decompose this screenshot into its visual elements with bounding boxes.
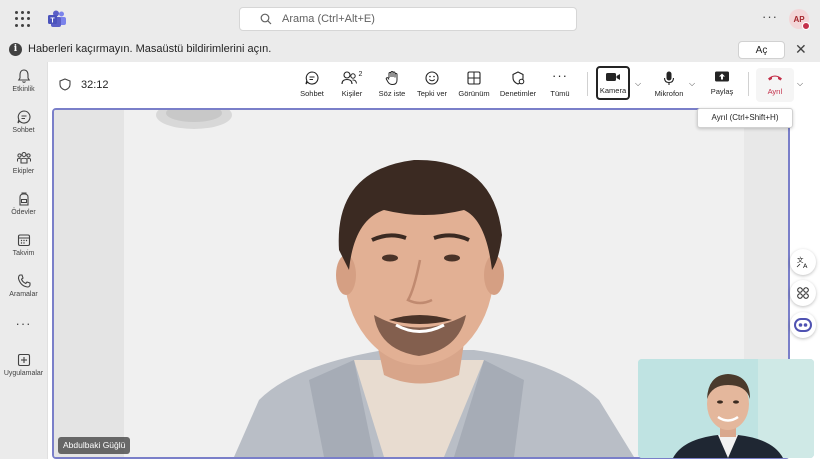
info-icon: i <box>9 43 22 56</box>
rail-item-label: Ödevler <box>11 209 36 216</box>
add-apps-icon <box>17 353 30 367</box>
rail-item-label: Sohbet <box>12 127 35 134</box>
share-button[interactable]: Paylaş <box>702 68 742 102</box>
close-icon[interactable]: ✕ <box>795 42 807 56</box>
smile-icon <box>425 71 439 85</box>
grid-view-icon <box>467 71 481 85</box>
rail-item-apps[interactable]: Uygulamalar <box>0 352 47 392</box>
shield-icon <box>59 78 71 91</box>
mic-options-chevron-down-icon[interactable]: ⌵ <box>689 79 695 89</box>
people-button[interactable]: 2 Kişiler <box>332 68 372 102</box>
tool-label: Ayrıl <box>767 87 783 96</box>
tool-label: Tümü <box>550 89 570 98</box>
tool-label: Denetimler <box>499 89 537 98</box>
tool-label: Sohbet <box>300 89 324 98</box>
video-camera-icon <box>606 73 620 81</box>
controls-icon <box>512 71 525 85</box>
tool-label: Görünüm <box>458 89 490 98</box>
rail-item-teams[interactable]: Ekipler <box>0 150 47 190</box>
camera-options-chevron-down-icon[interactable]: ⌵ <box>635 79 641 89</box>
tool-label: Söz iste <box>378 89 406 98</box>
camera-button[interactable]: Kamera <box>596 66 630 100</box>
toolbar-divider <box>587 72 588 96</box>
share-screen-icon <box>715 71 729 82</box>
notification-bar: i Haberleri kaçırmayın. Masaüstü bildiri… <box>0 38 820 62</box>
meeting-toolbar: 32:12 Sohbet 2 Kişiler Söz iste Tepki ve… <box>48 62 820 106</box>
self-video-tile[interactable] <box>638 359 814 458</box>
rail-item-label: Takvim <box>12 250 35 257</box>
rail-item-activity[interactable]: Etkinlik <box>0 68 47 108</box>
teams-logo-icon: T <box>48 10 66 27</box>
toolbar-divider <box>748 72 749 96</box>
more-icon: ··· <box>552 68 568 83</box>
rail-item-assignments[interactable]: Ödevler <box>0 191 47 231</box>
tool-label: Tepki ver <box>416 89 447 98</box>
settings-more-icon[interactable]: ··· <box>762 9 778 24</box>
leave-tooltip: Ayrıl (Ctrl+Shift+H) <box>697 108 793 128</box>
phone-icon <box>17 274 31 288</box>
rail-item-label: Uygulamalar <box>3 370 44 377</box>
leave-button[interactable]: Ayrıl <box>756 68 794 102</box>
meeting-timer: 32:12 <box>81 79 109 91</box>
avatar[interactable]: AP <box>789 9 810 30</box>
tool-label: Mikrofon <box>654 89 684 98</box>
copilot-button[interactable] <box>790 312 816 338</box>
hang-up-icon <box>768 75 782 81</box>
more-apps-icon[interactable]: ··· <box>0 316 47 331</box>
tool-label: Kamera <box>599 86 627 95</box>
chat-icon <box>16 110 30 124</box>
title-bar: T ··· AP <box>0 0 820 38</box>
search-input[interactable] <box>282 11 562 27</box>
rail-item-label: Etkinlik <box>12 86 35 93</box>
rail-item-label: Aramalar <box>9 291 38 298</box>
svg-text:T: T <box>50 17 55 24</box>
react-button[interactable]: Tepki ver <box>412 68 452 102</box>
translate-icon: 文A <box>796 255 808 269</box>
controls-button[interactable]: Denetimler <box>498 68 538 102</box>
tool-label: Paylaş <box>710 87 734 96</box>
backpack-icon <box>18 192 29 206</box>
tool-label: Kişiler <box>341 89 363 98</box>
rail-item-label: Ekipler <box>12 168 35 175</box>
microphone-icon <box>663 71 675 85</box>
leave-options-chevron-down-icon[interactable]: ⌵ <box>797 79 803 89</box>
teams-icon <box>16 151 31 164</box>
apps-grid-icon <box>797 287 809 299</box>
participant-name-label: Abdulbaki Güğlü <box>58 437 131 454</box>
bell-icon <box>17 69 30 83</box>
self-video-feed <box>638 359 814 458</box>
meeting-stage: 32:12 Sohbet 2 Kişiler Söz iste Tepki ve… <box>47 62 820 459</box>
microphone-button[interactable]: Mikrofon <box>648 68 690 102</box>
rail-item-calendar[interactable]: Takvim <box>0 232 47 272</box>
copilot-icon <box>794 318 812 332</box>
calendar-icon <box>17 234 30 247</box>
app-launcher-icon[interactable] <box>15 11 31 27</box>
raise-hand-button[interactable]: Söz iste <box>372 68 412 102</box>
search-icon <box>260 13 272 25</box>
app-bar: Etkinlik Sohbet Ekipler Ödevler Takvim A… <box>0 62 47 459</box>
rail-item-calls[interactable]: Aramalar <box>0 273 47 313</box>
presence-badge <box>802 22 810 30</box>
more-actions-button[interactable]: ··· Tümü <box>540 68 580 102</box>
enable-notifications-button[interactable]: Aç <box>738 41 785 59</box>
view-button[interactable]: Görünüm <box>454 68 494 102</box>
hand-icon <box>385 70 398 86</box>
rail-item-chat[interactable]: Sohbet <box>0 109 47 149</box>
people-count: 2 <box>359 71 363 78</box>
chat-icon <box>305 71 319 85</box>
apps-panel-button[interactable] <box>790 280 816 306</box>
translate-button[interactable]: 文A <box>790 249 816 275</box>
svg-text:A: A <box>803 262 808 269</box>
people-icon: 2 <box>341 71 363 85</box>
notification-message: Haberleri kaçırmayın. Masaüstü bildiriml… <box>28 43 272 55</box>
chat-button[interactable]: Sohbet <box>292 68 332 102</box>
search-box[interactable] <box>239 7 577 31</box>
